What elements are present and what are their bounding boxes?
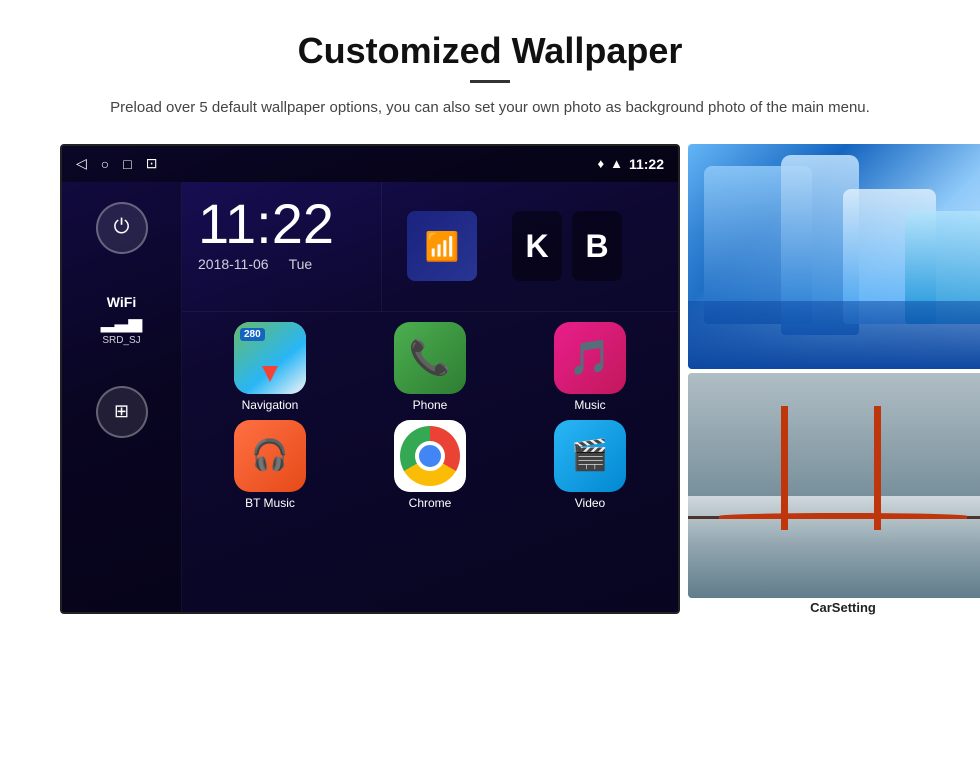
recents-button-icon[interactable] <box>123 156 131 172</box>
media-widget: 📶 <box>382 182 502 312</box>
wallpaper-panel: CarSetting <box>688 144 980 615</box>
chrome-icon <box>394 420 466 492</box>
chrome-label: Chrome <box>409 496 452 510</box>
title-divider <box>470 80 510 83</box>
status-right: ♦ ▲ 11:22 <box>597 156 664 172</box>
video-label: Video <box>575 496 605 510</box>
k-widget: K <box>512 211 562 281</box>
home-button-icon[interactable] <box>101 156 109 172</box>
wifi-name: SRD_SJ <box>101 335 143 346</box>
ice-cave-image <box>688 144 980 369</box>
power-icon: ⏻ <box>114 216 130 239</box>
carsetting-label: CarSetting <box>688 600 980 615</box>
wifi-block: WiFi ▂▃▅ SRD_SJ <box>101 294 143 346</box>
clock-date: 2018-11-06 Tue <box>198 256 365 272</box>
chrome-ring-outer <box>400 426 460 486</box>
chrome-ring-inner <box>415 441 445 471</box>
app-chrome[interactable]: Chrome <box>354 420 506 510</box>
wallpaper-bridge-container: CarSetting <box>688 373 980 615</box>
app-video[interactable]: 🎬 Video <box>514 420 666 510</box>
bridge-tower-left <box>781 406 788 530</box>
music-label: Music <box>574 398 605 412</box>
center-content: 11:22 2018-11-06 Tue 📶 K <box>182 182 678 614</box>
bt-music-label: BT Music <box>245 496 295 510</box>
left-sidebar: ⏻ WiFi ▂▃▅ SRD_SJ ⊞ <box>62 182 182 614</box>
clock-date-value: 2018-11-06 <box>198 256 269 272</box>
back-button-icon[interactable] <box>76 155 87 172</box>
screen-content: ⏻ WiFi ▂▃▅ SRD_SJ ⊞ <box>62 182 678 614</box>
app-navigation[interactable]: 280 Navigation <box>194 322 346 412</box>
navigation-label: Navigation <box>242 398 299 412</box>
clock-day-value: Tue <box>289 256 313 272</box>
signal-icon: 📶 <box>425 230 460 263</box>
wifi-bars-icon: ▂▃▅ <box>101 312 143 333</box>
status-left <box>76 155 157 172</box>
kb-area: K B <box>502 182 678 312</box>
music-icon: 🎵 <box>554 322 626 394</box>
app-phone[interactable]: 📞 Phone <box>354 322 506 412</box>
bt-music-icon: 🎧 <box>234 420 306 492</box>
wallpaper-golden-gate[interactable] <box>688 373 980 598</box>
android-screen: ♦ ▲ 11:22 ⏻ WiFi ▂▃▅ SRD_SJ <box>60 144 680 614</box>
device-area: ♦ ▲ 11:22 ⏻ WiFi ▂▃▅ SRD_SJ <box>60 144 920 615</box>
wallpaper-ice-cave[interactable] <box>688 144 980 369</box>
apps-button[interactable]: ⊞ <box>96 386 148 438</box>
clock-widget: 11:22 2018-11-06 Tue <box>182 182 382 312</box>
media-icon: 📶 <box>407 211 477 281</box>
phone-icon: 📞 <box>394 322 466 394</box>
bridge-cable-left <box>719 513 967 519</box>
page-subtitle: Preload over 5 default wallpaper options… <box>60 97 920 120</box>
wifi-icon: ▲ <box>610 156 623 171</box>
wifi-label: WiFi <box>101 294 143 310</box>
phone-label: Phone <box>413 398 448 412</box>
clock-time: 11:22 <box>198 196 365 252</box>
app-bt-music[interactable]: 🎧 BT Music <box>194 420 346 510</box>
screen-top-row: 11:22 2018-11-06 Tue 📶 K <box>182 182 678 312</box>
app-grid: 280 Navigation 📞 Phone <box>182 312 678 520</box>
location-icon: ♦ <box>597 156 604 171</box>
app-music[interactable]: 🎵 Music <box>514 322 666 412</box>
bridge-tower-right <box>874 406 881 530</box>
navigation-icon: 280 <box>234 322 306 394</box>
apps-icon: ⊞ <box>114 401 129 422</box>
screenshot-icon[interactable] <box>146 155 158 172</box>
b-widget: B <box>572 211 622 281</box>
ice-shapes <box>688 144 980 369</box>
status-bar: ♦ ▲ 11:22 <box>62 146 678 182</box>
power-button[interactable]: ⏻ <box>96 202 148 254</box>
video-icon: 🎬 <box>554 420 626 492</box>
status-time: 11:22 <box>629 156 664 172</box>
page-title: Customized Wallpaper <box>60 30 920 72</box>
bridge-image <box>688 373 980 598</box>
